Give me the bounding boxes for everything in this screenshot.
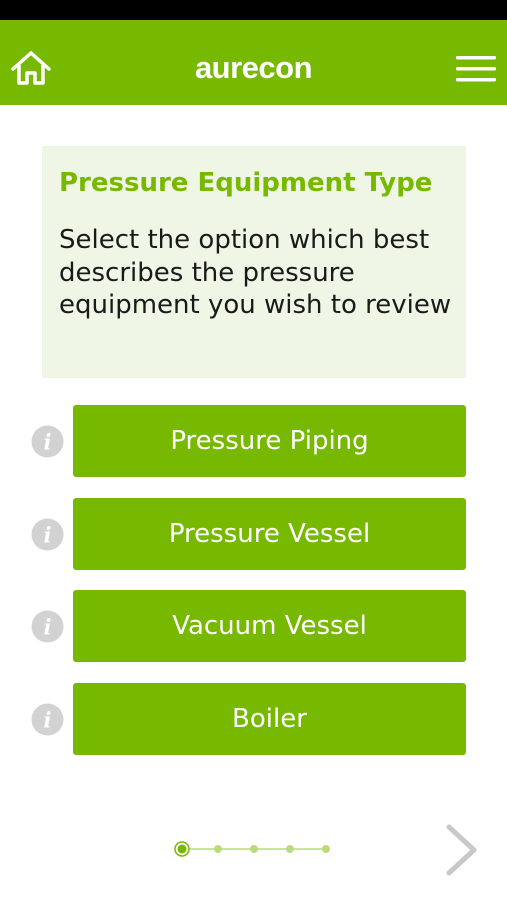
status-bar — [0, 0, 507, 20]
step-indicator — [170, 838, 340, 860]
svg-text:i: i — [44, 523, 52, 548]
pressure-piping-button[interactable]: Pressure Piping — [73, 405, 466, 477]
step-dot-active — [177, 844, 187, 854]
step-dot — [250, 845, 258, 853]
pressure-vessel-button[interactable]: Pressure Vessel — [73, 498, 466, 570]
info-icon[interactable]: i — [31, 425, 64, 458]
aurecon-logo: aurecon — [194, 50, 313, 85]
option-row-boiler: i Boiler — [0, 683, 507, 755]
step-dot — [286, 845, 294, 853]
info-icon[interactable]: i — [31, 518, 64, 551]
chevron-right-icon — [446, 824, 477, 876]
app-header: aurecon — [0, 20, 507, 105]
option-row-pressure-piping: i Pressure Piping — [0, 405, 507, 477]
option-row-vacuum-vessel: i Vacuum Vessel — [0, 590, 507, 662]
vacuum-vessel-button[interactable]: Vacuum Vessel — [73, 590, 466, 662]
step-dot — [322, 845, 330, 853]
option-row-pressure-vessel: i Pressure Vessel — [0, 498, 507, 570]
svg-text:i: i — [44, 708, 52, 733]
panel-description: Select the option which best describes t… — [59, 225, 452, 320]
step-dot — [214, 845, 222, 853]
boiler-button[interactable]: Boiler — [73, 683, 466, 755]
menu-button[interactable] — [454, 54, 498, 84]
svg-text:i: i — [44, 615, 52, 640]
panel-title: Pressure Equipment Type — [59, 168, 433, 198]
equipment-type-panel: Pressure Equipment Type Select the optio… — [42, 146, 466, 378]
hamburger-menu-icon — [456, 56, 496, 82]
svg-text:i: i — [44, 430, 52, 455]
next-button[interactable] — [440, 822, 482, 878]
info-icon[interactable]: i — [31, 610, 64, 643]
info-icon[interactable]: i — [31, 703, 64, 736]
